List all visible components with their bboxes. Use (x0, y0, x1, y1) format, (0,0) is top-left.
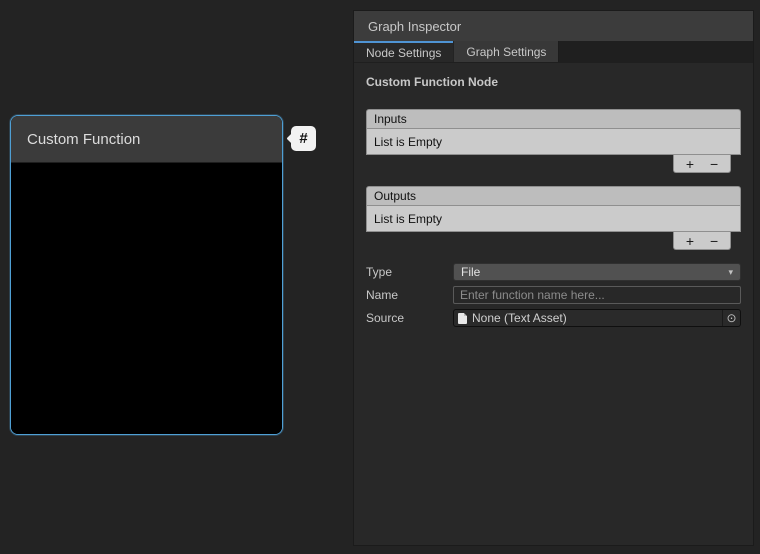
outputs-list-footer-wrap: + − (366, 232, 741, 250)
object-picker-button[interactable]: ⊙ (722, 310, 740, 326)
outputs-remove-button[interactable]: − (710, 234, 718, 248)
outputs-list-header: Outputs (366, 186, 741, 206)
graph-inspector-panel: Graph Inspector Node Settings Graph Sett… (353, 10, 754, 546)
outputs-list: Outputs List is Empty + − (366, 186, 741, 250)
inspector-tab-bar: Node Settings Graph Settings (354, 41, 753, 63)
tab-node-settings[interactable]: Node Settings (354, 41, 453, 62)
section-heading: Custom Function Node (366, 75, 741, 89)
inputs-list-footer-wrap: + − (366, 155, 741, 173)
node-badge-glyph: # (299, 130, 307, 147)
inputs-list-footer: + − (673, 155, 731, 173)
outputs-add-button[interactable]: + (686, 234, 694, 248)
type-dropdown[interactable]: File ▾ (453, 263, 741, 281)
tab-graph-settings[interactable]: Graph Settings (453, 41, 559, 62)
inputs-list-title: Inputs (374, 112, 407, 126)
node-preview-body (11, 163, 282, 435)
outputs-list-title: Outputs (374, 189, 416, 203)
object-picker-icon: ⊙ (726, 311, 736, 325)
inputs-list-body: List is Empty (366, 129, 741, 155)
function-name-input[interactable] (453, 286, 741, 304)
custom-function-node[interactable]: Custom Function (10, 115, 283, 435)
inputs-list: Inputs List is Empty + − (366, 109, 741, 173)
inspector-content: Custom Function Node Inputs List is Empt… (354, 63, 753, 545)
inputs-add-button[interactable]: + (686, 157, 694, 171)
inputs-empty-text: List is Empty (374, 135, 442, 149)
outputs-list-body: List is Empty (366, 206, 741, 232)
node-title: Custom Function (27, 131, 140, 148)
type-dropdown-value: File (461, 265, 480, 279)
outputs-list-footer: + − (673, 232, 731, 250)
node-hash-badge-icon[interactable]: # (291, 126, 316, 151)
chevron-down-icon: ▾ (728, 267, 733, 278)
outputs-empty-text: List is Empty (374, 212, 442, 226)
tab-node-settings-label: Node Settings (366, 46, 441, 60)
type-row: Type File ▾ (366, 263, 741, 281)
source-row: Source None (Text Asset) ⊙ (366, 309, 741, 327)
node-header[interactable]: Custom Function (11, 116, 282, 163)
inputs-list-header: Inputs (366, 109, 741, 129)
inputs-remove-button[interactable]: − (710, 157, 718, 171)
inspector-title: Graph Inspector (368, 19, 461, 34)
name-label: Name (366, 288, 453, 302)
source-object-value: None (Text Asset) (472, 311, 722, 325)
name-row: Name (366, 286, 741, 304)
tab-graph-settings-label: Graph Settings (466, 45, 546, 59)
inspector-title-bar: Graph Inspector (354, 11, 753, 41)
property-fields: Type File ▾ Name Source (366, 263, 741, 327)
source-object-field[interactable]: None (Text Asset) ⊙ (453, 309, 741, 327)
type-label: Type (366, 265, 453, 279)
text-asset-icon (458, 313, 467, 324)
source-label: Source (366, 311, 453, 325)
